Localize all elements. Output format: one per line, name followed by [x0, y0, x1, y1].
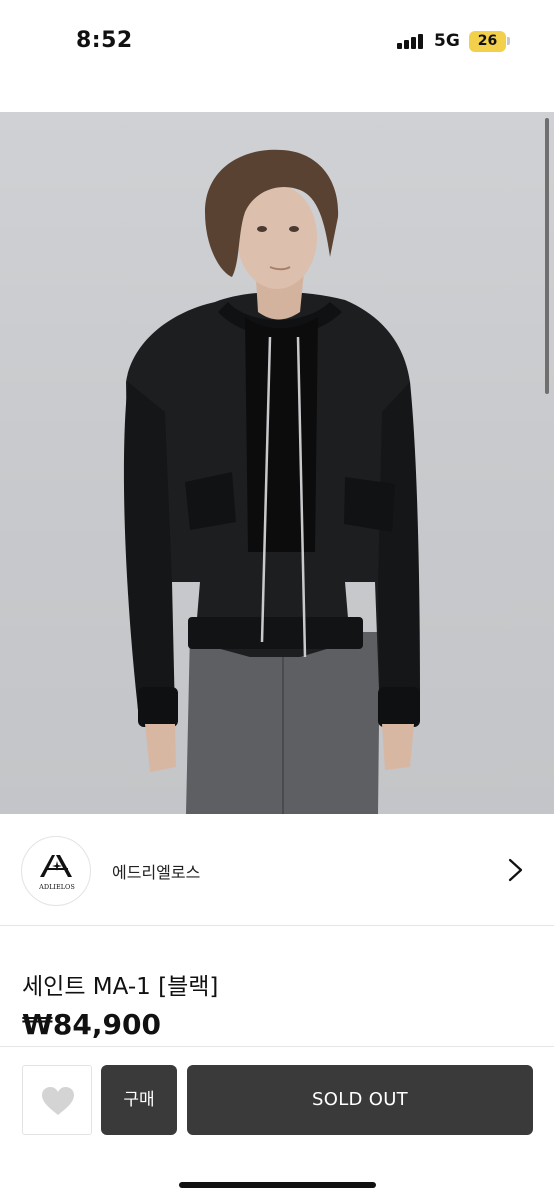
seller-logo-text: ADLIELOS — [38, 883, 75, 891]
sold-out-button[interactable]: SOLD OUT — [187, 1065, 533, 1135]
status-bar: 8:52 5G 26 — [0, 0, 554, 84]
buy-button[interactable]: 구매 — [101, 1065, 177, 1135]
chevron-right-icon[interactable] — [503, 854, 527, 886]
battery-icon: 26 — [469, 31, 506, 52]
scrollbar[interactable] — [545, 118, 549, 394]
signal-icon — [397, 33, 427, 49]
product-photo-illustration — [123, 149, 420, 814]
like-button[interactable] — [22, 1065, 92, 1135]
heart-icon — [42, 1087, 74, 1115]
seller-name[interactable]: 에드리엘로스 — [112, 859, 200, 883]
product-price: ₩84,900 — [22, 1008, 161, 1041]
battery-cap — [507, 37, 510, 45]
seller-logo: ADLIELOS — [21, 836, 91, 906]
product-image[interactable] — [0, 112, 554, 814]
network-type: 5G — [434, 31, 460, 51]
status-time: 8:52 — [76, 28, 133, 53]
seller-logo-mark: ADLIELOS — [38, 855, 75, 891]
seller-row[interactable]: ADLIELOS 에드리엘로스 — [0, 814, 554, 926]
home-indicator[interactable] — [179, 1182, 376, 1188]
product-title: 세인트 MA-1 [블랙] — [22, 974, 219, 1000]
